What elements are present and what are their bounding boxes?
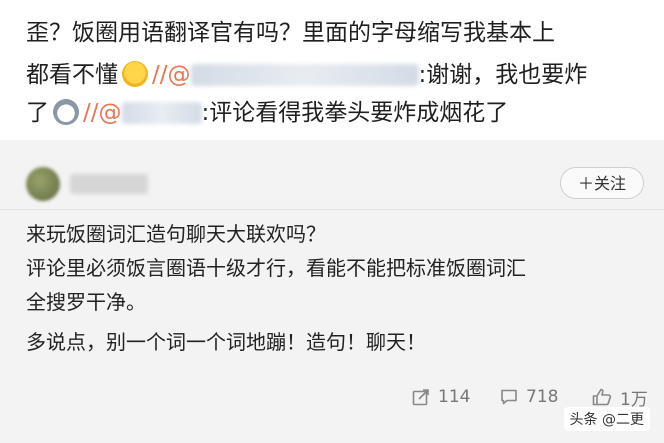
top-comment: 歪？饭圈用语翻译官有吗？里面的字母缩写我基本上 都看不懂//@:谢谢，我也要炸 …: [0, 0, 664, 138]
like-count: 1万: [620, 389, 648, 410]
mention-separator: //@: [83, 100, 122, 126]
top-comment-text: :评论看得我拳头要炸成烟花了: [201, 100, 509, 126]
mention-link[interactable]: //@: [152, 62, 419, 88]
top-comment-text: 了: [26, 100, 49, 126]
share-button[interactable]: 114: [412, 384, 470, 410]
share-icon: [412, 389, 429, 406]
divider: [0, 209, 664, 210]
top-comment-line-2: 都看不懂 //@ :谢谢，我也要炸: [26, 60, 587, 90]
post-line-3: 全搜罗干净。: [26, 290, 146, 314]
blurred-username: [121, 102, 202, 124]
husky-emoji-icon: [53, 99, 79, 125]
original-post-card: ＋关注 来玩饭圈词汇造句聊天大联欢吗？ 评论里必须饭言圈语十级才行，看能不能把标…: [0, 140, 664, 443]
share-count: 114: [438, 387, 471, 407]
laughing-emoji-icon: [122, 61, 148, 87]
watermark: 头条 @二更: [563, 407, 650, 431]
mention-separator: //@: [152, 62, 191, 88]
blurred-username: [190, 64, 419, 86]
mention-link[interactable]: //@: [83, 100, 202, 126]
avatar[interactable]: [26, 167, 60, 201]
post-line-4: 多说点，别一个词一个词地蹦！造句！聊天！: [26, 330, 426, 354]
top-comment-text: 都看不懂: [26, 62, 118, 88]
top-comment-line-1: 歪？饭圈用语翻译官有吗？里面的字母缩写我基本上: [26, 20, 555, 46]
post-line-1: 来玩饭圈词汇造句聊天大联欢吗？: [26, 222, 326, 246]
blurred-username[interactable]: [70, 174, 148, 194]
thumbs-up-icon: [592, 388, 612, 406]
post-line-2: 评论里必须饭言圈语十级才行，看能不能把标准饭圈词汇: [26, 256, 526, 280]
comment-count: 718: [526, 387, 559, 407]
follow-button[interactable]: ＋关注: [560, 167, 644, 199]
comment-icon: [501, 389, 517, 405]
top-comment-text: :谢谢，我也要炸: [418, 62, 588, 88]
comment-button[interactable]: 718: [500, 384, 558, 410]
top-comment-line-3: 了 //@ :评论看得我拳头要炸成烟花了: [26, 98, 508, 128]
